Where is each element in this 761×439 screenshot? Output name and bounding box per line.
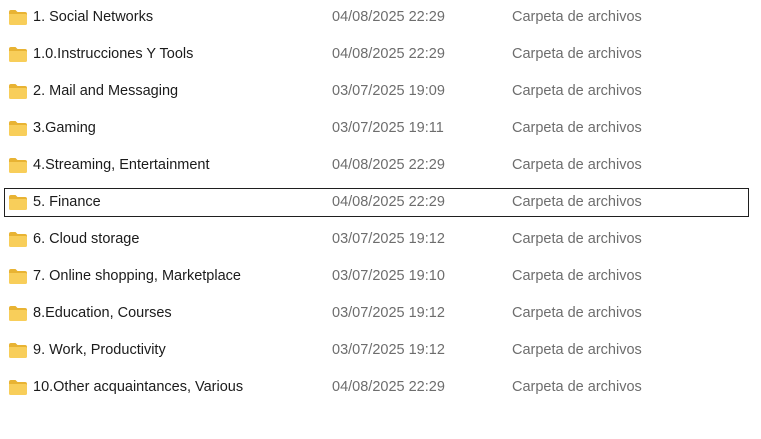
- folder-row[interactable]: 4.Streaming, Entertainment 04/08/2025 22…: [4, 151, 749, 180]
- folder-icon: [9, 380, 27, 395]
- folder-icon: [9, 10, 27, 25]
- folder-icon: [9, 195, 27, 210]
- modified-date: 03/07/2025 19:12: [332, 342, 445, 358]
- item-type: Carpeta de archivos: [512, 9, 642, 25]
- item-type: Carpeta de archivos: [512, 46, 642, 62]
- folder-row[interactable]: 3.Gaming 03/07/2025 19:11 Carpeta de arc…: [4, 114, 749, 143]
- folder-row[interactable]: 1.0.Instrucciones Y Tools 04/08/2025 22:…: [4, 40, 749, 69]
- item-type: Carpeta de archivos: [512, 194, 642, 210]
- item-type: Carpeta de archivos: [512, 268, 642, 284]
- folder-name: 1.0.Instrucciones Y Tools: [33, 46, 194, 62]
- modified-date: 03/07/2025 19:12: [332, 231, 445, 247]
- folder-name: 6. Cloud storage: [33, 231, 140, 247]
- folder-row[interactable]: 1. Social Networks 04/08/2025 22:29 Carp…: [4, 3, 749, 32]
- folder-row[interactable]: 9. Work, Productivity 03/07/2025 19:12 C…: [4, 336, 749, 365]
- modified-date: 03/07/2025 19:12: [332, 305, 445, 321]
- folder-row[interactable]: 2. Mail and Messaging 03/07/2025 19:09 C…: [4, 77, 749, 106]
- modified-date: 04/08/2025 22:29: [332, 9, 445, 25]
- folder-name: 1. Social Networks: [33, 9, 154, 25]
- folder-name: 5. Finance: [33, 194, 101, 210]
- folder-row[interactable]: 8.Education, Courses 03/07/2025 19:12 Ca…: [4, 299, 749, 328]
- modified-date: 04/08/2025 22:29: [332, 194, 445, 210]
- folder-name: 4.Streaming, Entertainment: [33, 157, 210, 173]
- item-type: Carpeta de archivos: [512, 342, 642, 358]
- item-type: Carpeta de archivos: [512, 379, 642, 395]
- folder-name: 8.Education, Courses: [33, 305, 172, 321]
- folder-name: 3.Gaming: [33, 120, 96, 136]
- modified-date: 04/08/2025 22:29: [332, 46, 445, 62]
- folder-icon: [9, 158, 27, 173]
- folder-icon: [9, 343, 27, 358]
- modified-date: 03/07/2025 19:09: [332, 83, 445, 99]
- modified-date: 04/08/2025 22:29: [332, 379, 445, 395]
- folder-row[interactable]: 5. Finance 04/08/2025 22:29 Carpeta de a…: [4, 188, 749, 217]
- item-type: Carpeta de archivos: [512, 157, 642, 173]
- folder-name: 10.Other acquaintances, Various: [33, 379, 244, 395]
- modified-date: 03/07/2025 19:11: [332, 120, 444, 136]
- folder-icon: [9, 269, 27, 284]
- modified-date: 04/08/2025 22:29: [332, 157, 445, 173]
- folder-name: 2. Mail and Messaging: [33, 83, 179, 99]
- folder-name: 7. Online shopping, Marketplace: [33, 268, 241, 284]
- modified-date: 03/07/2025 19:10: [332, 268, 445, 284]
- folder-row[interactable]: 6. Cloud storage 03/07/2025 19:12 Carpet…: [4, 225, 749, 254]
- folder-icon: [9, 232, 27, 247]
- folder-icon: [9, 121, 27, 136]
- folder-row[interactable]: 7. Online shopping, Marketplace 03/07/20…: [4, 262, 749, 291]
- folder-row[interactable]: 10.Other acquaintances, Various 04/08/20…: [4, 373, 749, 402]
- item-type: Carpeta de archivos: [512, 83, 642, 99]
- file-list: 1. Social Networks 04/08/2025 22:29 Carp…: [0, 0, 761, 439]
- item-type: Carpeta de archivos: [512, 305, 642, 321]
- folder-icon: [9, 84, 27, 99]
- item-type: Carpeta de archivos: [512, 120, 642, 136]
- item-type: Carpeta de archivos: [512, 231, 642, 247]
- folder-name: 9. Work, Productivity: [33, 342, 166, 358]
- folder-icon: [9, 306, 27, 321]
- folder-icon: [9, 47, 27, 62]
